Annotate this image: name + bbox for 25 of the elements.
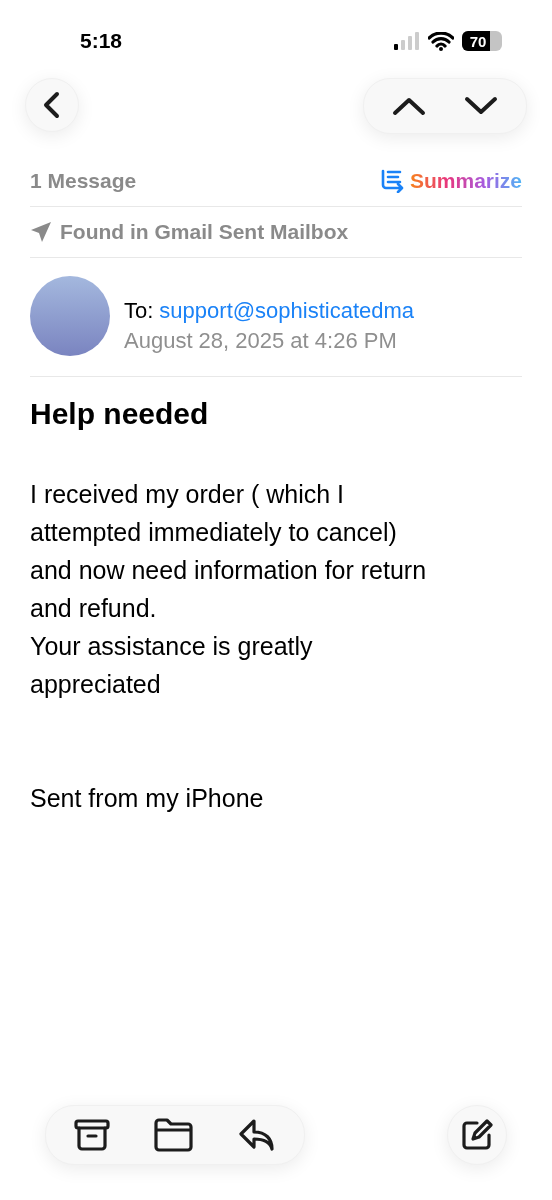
message-text-line: attempted immediately to cancel) bbox=[30, 517, 398, 548]
reply-icon[interactable] bbox=[238, 1118, 276, 1152]
message-text-line: appreciated bbox=[30, 669, 162, 700]
paper-plane-icon bbox=[30, 221, 52, 243]
status-time: 5:18 bbox=[80, 29, 123, 53]
message-text-line: Your assistance is greatly bbox=[30, 631, 314, 662]
message-subject: Help needed bbox=[30, 397, 210, 431]
mailbox-location: Found in Gmail Sent Mailbox bbox=[60, 220, 349, 244]
archive-icon[interactable] bbox=[74, 1118, 110, 1152]
message-text-line: I received my order ( which I bbox=[30, 479, 345, 510]
wifi-icon bbox=[428, 31, 454, 51]
folder-icon[interactable] bbox=[154, 1118, 194, 1152]
recipient-label: To: bbox=[124, 298, 154, 324]
signal-icon bbox=[394, 32, 420, 50]
compose-icon bbox=[461, 1119, 493, 1151]
chevron-down-icon[interactable] bbox=[464, 95, 498, 117]
chevron-up-icon[interactable] bbox=[392, 95, 426, 117]
recipient-address[interactable]: support@sophisticatedma bbox=[159, 298, 415, 324]
battery-indicator: 70 bbox=[462, 31, 502, 51]
message-text-line: and now need information for return bbox=[30, 555, 428, 586]
summarize-icon bbox=[379, 169, 406, 193]
message-count: 1 Message bbox=[30, 169, 137, 193]
message-date: August 28, 2025 at 4:26 PM bbox=[124, 328, 398, 354]
message-text-line: and refund. bbox=[30, 593, 158, 624]
message-signature: Sent from my iPhone bbox=[30, 783, 265, 814]
